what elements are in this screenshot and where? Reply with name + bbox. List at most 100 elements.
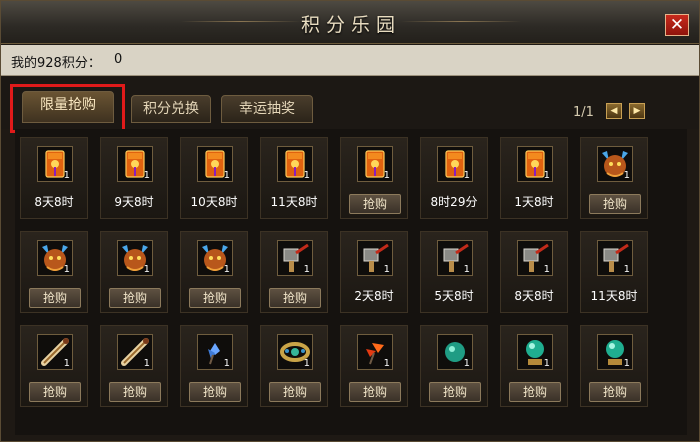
buy-button[interactable]: 抢购 (269, 288, 321, 308)
item-time-label: 8时29分 (430, 195, 478, 209)
item-quantity: 1 (383, 170, 390, 181)
item-quantity: 1 (143, 358, 150, 369)
item-slot[interactable]: 1 (117, 240, 153, 276)
item-cell: 1 2天8时 (340, 231, 408, 313)
item-slot[interactable]: 1 (517, 240, 553, 276)
buy-button[interactable]: 抢购 (109, 288, 161, 308)
item-quantity: 1 (223, 358, 230, 369)
item-slot[interactable]: 1 (197, 334, 233, 370)
item-quantity: 1 (223, 170, 230, 181)
buy-button[interactable]: 抢购 (29, 382, 81, 402)
buy-button[interactable]: 抢购 (109, 382, 161, 402)
item-quantity: 1 (623, 358, 630, 369)
item-slot[interactable]: 1 (597, 146, 633, 182)
item-slot[interactable]: 1 (437, 240, 473, 276)
item-quantity: 1 (143, 170, 150, 181)
item-time-label: 2天8时 (354, 289, 394, 303)
item-cell: 1 抢购 (500, 325, 568, 407)
buy-button[interactable]: 抢购 (589, 194, 641, 214)
item-cell: 1 抢购 (20, 325, 88, 407)
item-cell: 1 抢购 (260, 231, 328, 313)
points-value: 0 (114, 52, 123, 67)
tab-lucky-draw[interactable]: 幸运抽奖 (221, 95, 313, 123)
item-slot[interactable]: 1 (277, 240, 313, 276)
item-slot[interactable]: 1 (197, 146, 233, 182)
item-slot[interactable]: 1 (357, 334, 393, 370)
item-cell: 1 9天8时 (100, 137, 168, 219)
item-cell: 1 5天8时 (420, 231, 488, 313)
title-bar: 积分乐园 ✕ (1, 1, 699, 44)
item-quantity: 1 (463, 170, 470, 181)
close-button[interactable]: ✕ (665, 14, 689, 36)
item-cell: 1 抢购 (180, 325, 248, 407)
item-grid: 1 8天8时 1 9天8时 1 10天8时 1 11天8时 1 抢购 1 8时29分 1 1天8时 1 抢购 1… (15, 129, 687, 435)
item-slot[interactable]: 1 (517, 146, 553, 182)
item-quantity: 1 (143, 264, 150, 275)
item-cell: 1 10天8时 (180, 137, 248, 219)
item-slot[interactable]: 1 (117, 334, 153, 370)
item-quantity: 1 (63, 358, 70, 369)
item-quantity: 1 (303, 264, 310, 275)
item-slot[interactable]: 1 (117, 146, 153, 182)
item-time-label: 9天8时 (114, 195, 154, 209)
item-slot[interactable]: 1 (437, 146, 473, 182)
item-slot[interactable]: 1 (37, 334, 73, 370)
item-cell: 1 抢购 (340, 137, 408, 219)
tab-points-exchange[interactable]: 积分兑换 (131, 95, 211, 123)
item-time-label: 1天8时 (514, 195, 554, 209)
item-quantity: 1 (383, 264, 390, 275)
item-cell: 1 8天8时 (20, 137, 88, 219)
item-quantity: 1 (463, 264, 470, 275)
item-quantity: 1 (623, 264, 630, 275)
item-time-label: 5天8时 (434, 289, 474, 303)
window-title: 积分乐园 (300, 14, 401, 36)
item-cell: 1 抢购 (580, 137, 648, 219)
item-cell: 1 8天8时 (500, 231, 568, 313)
item-quantity: 1 (543, 170, 550, 181)
item-quantity: 1 (463, 358, 470, 369)
buy-button[interactable]: 抢购 (29, 288, 81, 308)
item-quantity: 1 (383, 358, 390, 369)
points-bar: 我的928积分： 0 (1, 45, 699, 76)
item-slot[interactable]: 1 (517, 334, 553, 370)
buy-button[interactable]: 抢购 (189, 382, 241, 402)
item-slot[interactable]: 1 (357, 146, 393, 182)
item-quantity: 1 (303, 358, 310, 369)
item-slot[interactable]: 1 (597, 240, 633, 276)
item-cell: 1 抢购 (180, 231, 248, 313)
item-quantity: 1 (543, 264, 550, 275)
item-cell: 1 11天8时 (580, 231, 648, 313)
buy-button[interactable]: 抢购 (349, 382, 401, 402)
item-quantity: 1 (543, 358, 550, 369)
item-slot[interactable]: 1 (277, 146, 313, 182)
item-slot[interactable]: 1 (277, 334, 313, 370)
item-time-label: 8天8时 (514, 289, 554, 303)
item-slot[interactable]: 1 (197, 240, 233, 276)
item-cell: 1 抢购 (100, 231, 168, 313)
item-quantity: 1 (223, 264, 230, 275)
buy-button[interactable]: 抢购 (189, 288, 241, 308)
item-cell: 1 抢购 (260, 325, 328, 407)
buy-button[interactable]: 抢购 (269, 382, 321, 402)
item-time-label: 11天8时 (590, 289, 638, 303)
buy-button[interactable]: 抢购 (589, 382, 641, 402)
item-slot[interactable]: 1 (357, 240, 393, 276)
item-cell: 1 8时29分 (420, 137, 488, 219)
item-slot[interactable]: 1 (37, 240, 73, 276)
buy-button[interactable]: 抢购 (509, 382, 561, 402)
item-slot[interactable]: 1 (437, 334, 473, 370)
buy-button[interactable]: 抢购 (429, 382, 481, 402)
item-cell: 1 抢购 (20, 231, 88, 313)
item-time-label: 8天8时 (34, 195, 74, 209)
prev-page-button[interactable]: ◀ (606, 103, 622, 119)
item-quantity: 1 (303, 170, 310, 181)
buy-button[interactable]: 抢购 (349, 194, 401, 214)
item-cell: 1 抢购 (340, 325, 408, 407)
item-slot[interactable]: 1 (37, 146, 73, 182)
points-label: 我的928积分： (11, 56, 101, 71)
item-time-label: 10天8时 (190, 195, 238, 209)
item-cell: 1 1天8时 (500, 137, 568, 219)
item-slot[interactable]: 1 (597, 334, 633, 370)
highlight-box (10, 84, 125, 133)
next-page-button[interactable]: ▶ (629, 103, 645, 119)
